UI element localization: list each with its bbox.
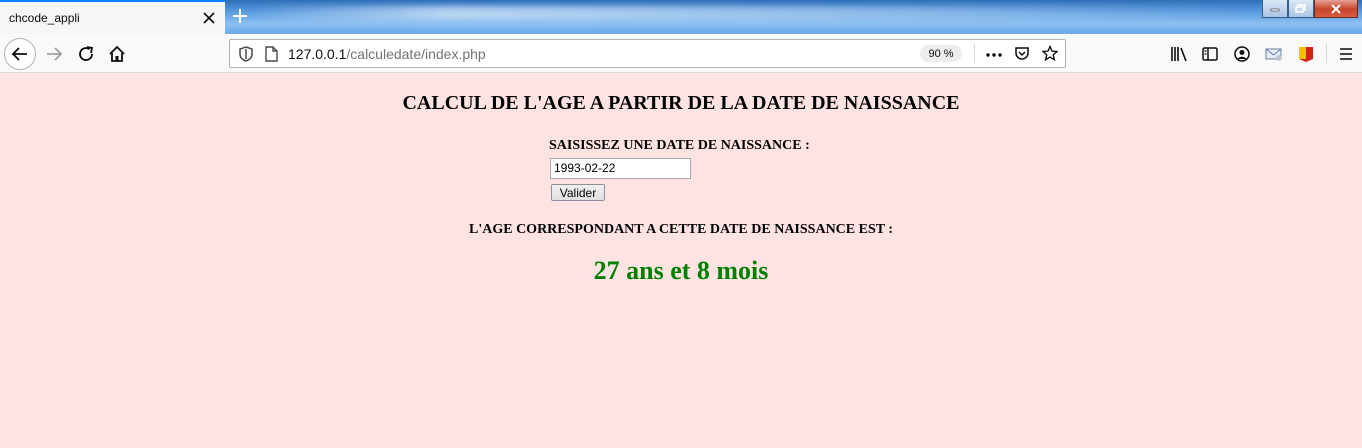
birthdate-input[interactable]: 1993-02-22 [550,158,691,179]
pocket-icon[interactable] [1014,46,1030,62]
titlebar-glow [250,6,1250,20]
url-host: 127.0.0.1 [288,46,347,62]
account-icon[interactable] [1232,44,1252,64]
urlbar-separator [974,44,975,63]
url-text[interactable]: 127.0.0.1/calculedate/index.php [288,46,486,62]
page-icon[interactable] [263,46,279,62]
home-icon[interactable] [101,38,133,70]
tab-active[interactable]: chcode_appli [0,0,225,34]
mail-icon[interactable] [1264,44,1284,64]
window-controls [1262,0,1358,18]
library-icon[interactable] [1169,44,1189,64]
sidebar-icon[interactable] [1200,44,1220,64]
tab-title: chcode_appli [9,11,80,25]
more-icon[interactable] [986,47,1002,63]
result-label: L'AGE CORRESPONDANT A CETTE DATE DE NAIS… [469,222,893,237]
page-title: CALCUL DE L'AGE A PARTIR DE LA DATE DE N… [402,92,960,114]
validate-button[interactable]: Valider [551,184,605,201]
zoom-indicator[interactable]: 90 % [920,45,962,62]
back-icon[interactable] [4,38,36,70]
age-result: 27 ans et 8 mois [593,256,769,285]
forward-icon[interactable] [38,38,70,70]
menu-icon[interactable] [1336,44,1356,64]
toolbar-separator [1326,44,1327,63]
bookmark-star-icon[interactable] [1042,44,1058,61]
window-close-icon[interactable] [1314,0,1358,18]
close-icon[interactable] [197,6,221,30]
flag-icon[interactable] [1296,44,1316,64]
restore-icon[interactable] [1288,0,1314,18]
date-input-label: SAISISSEZ UNE DATE DE NAISSANCE : [549,138,810,153]
new-tab-icon[interactable] [229,5,251,27]
shield-icon[interactable] [238,46,254,62]
page-content: CALCUL DE L'AGE A PARTIR DE LA DATE DE N… [0,74,1362,448]
minimize-icon[interactable] [1262,0,1288,18]
url-path: /calculedate/index.php [346,46,486,62]
navigation-bar: 127.0.0.1/calculedate/index.php 90 % [0,34,1362,73]
tab-bar: chcode_appli [0,0,1362,34]
reload-icon[interactable] [70,38,102,70]
url-bar[interactable]: 127.0.0.1/calculedate/index.php 90 % [229,39,1066,68]
